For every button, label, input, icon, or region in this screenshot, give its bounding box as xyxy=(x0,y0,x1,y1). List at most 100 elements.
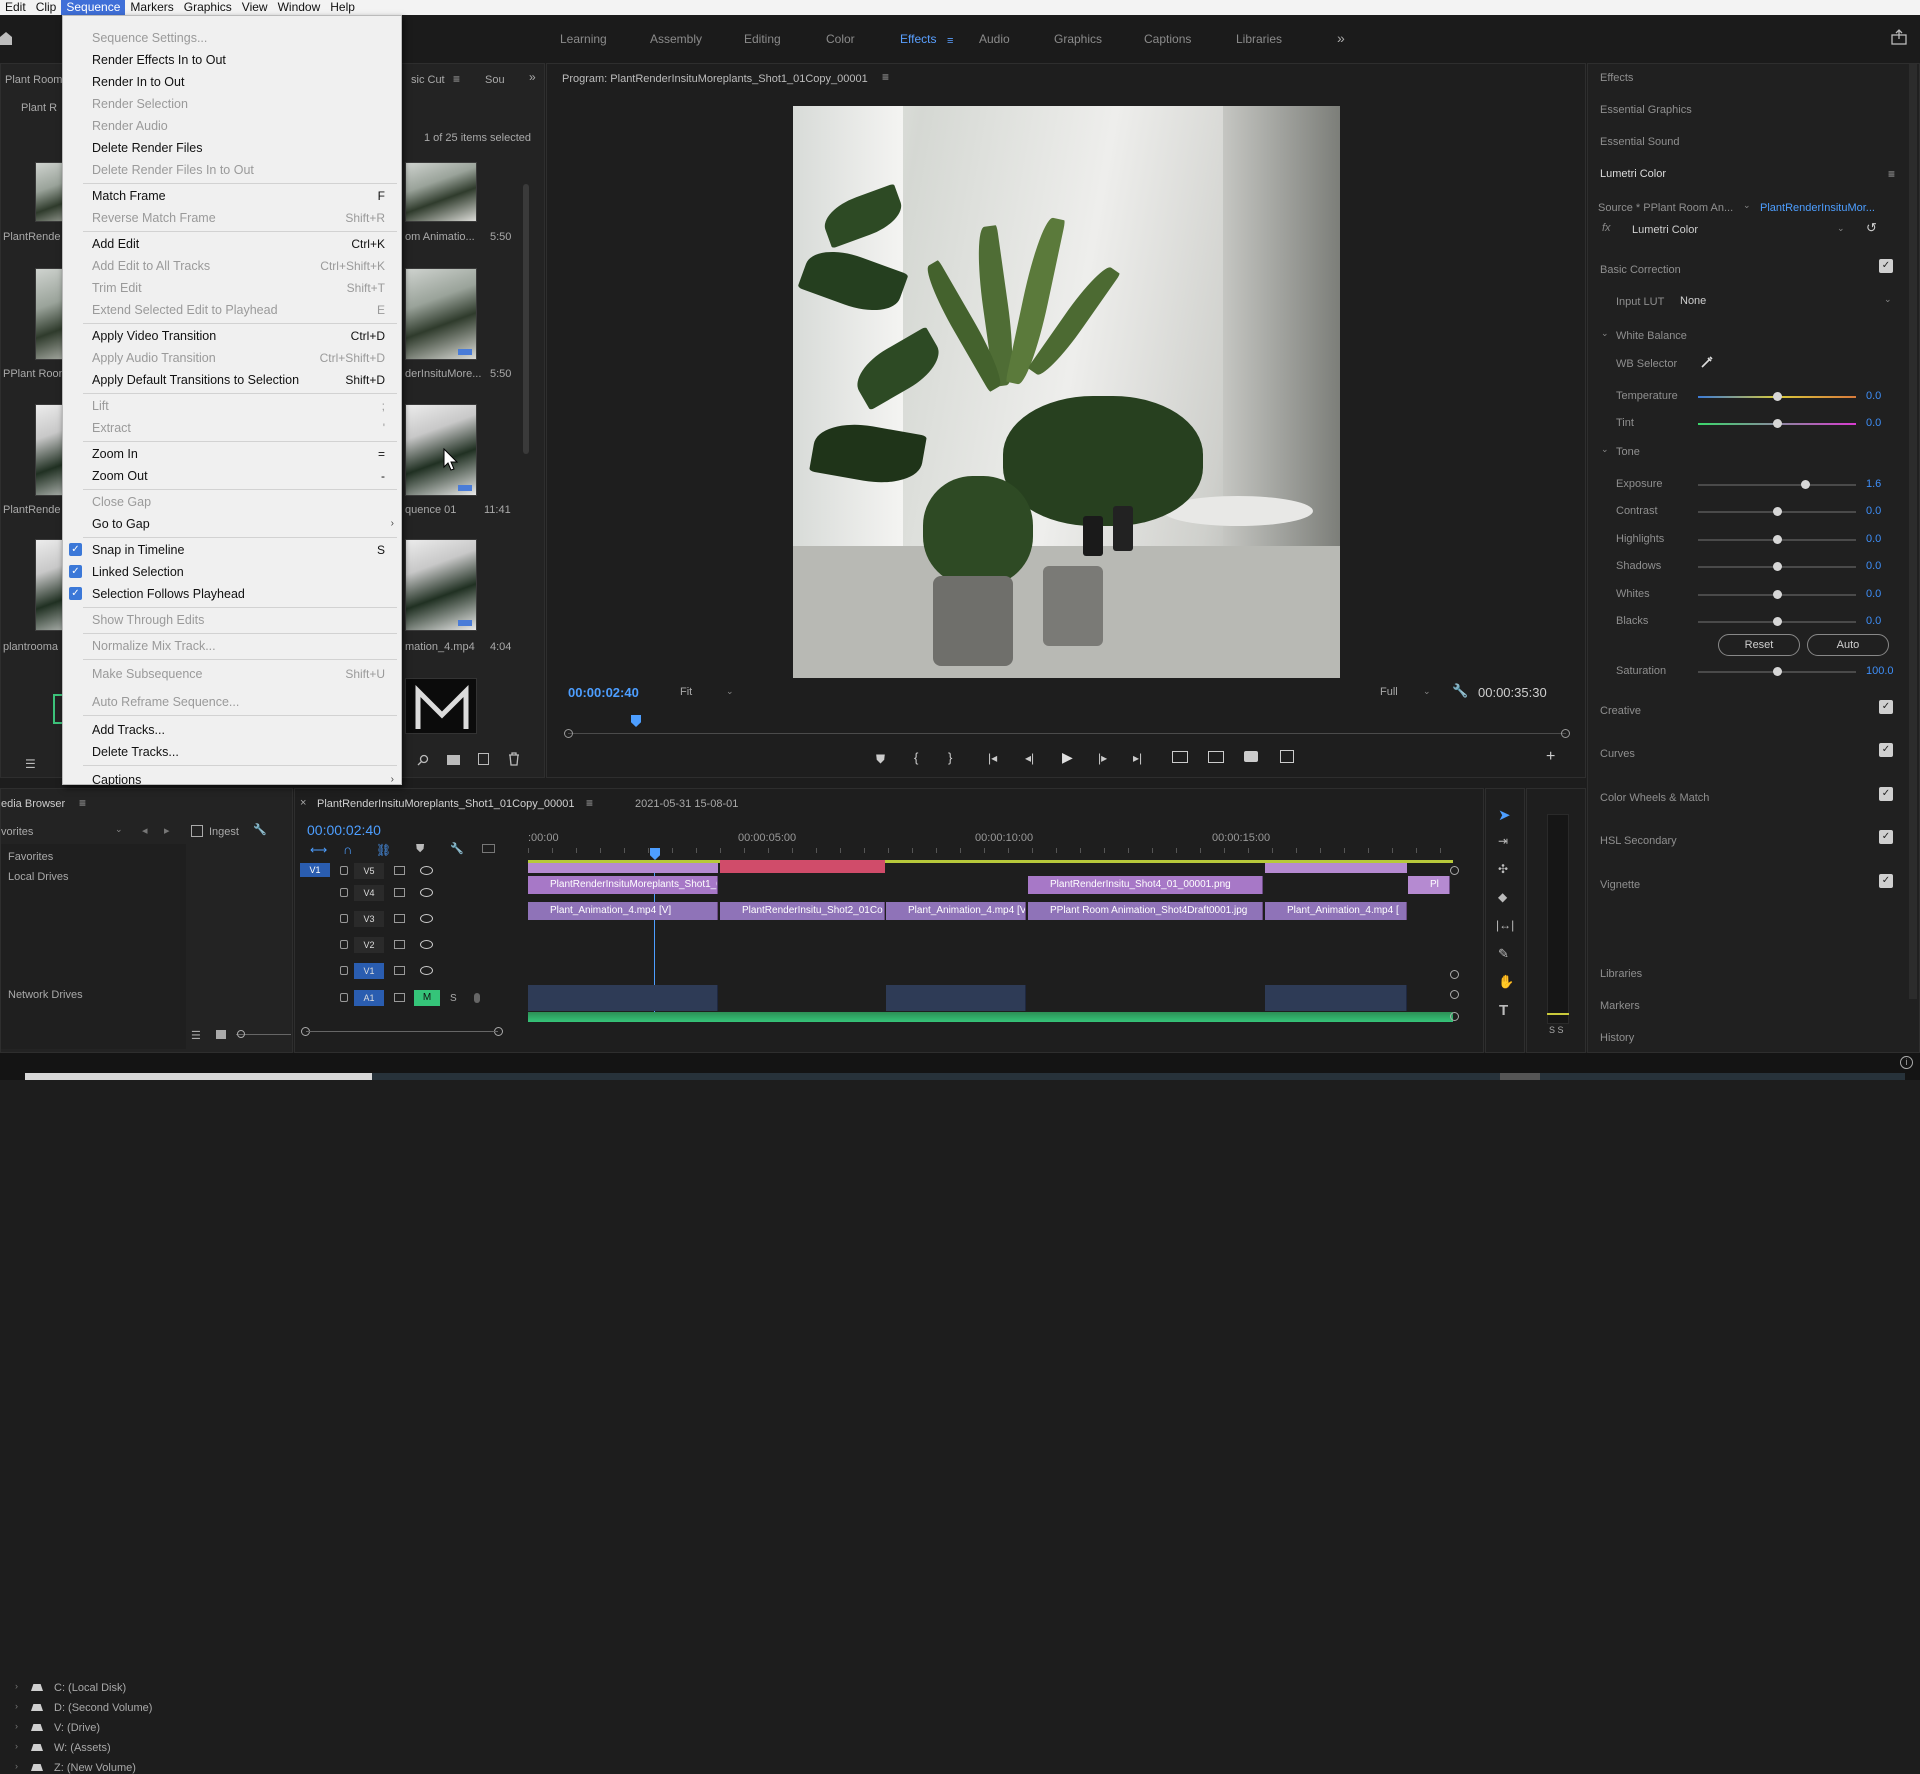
menu-item-delete-tracks[interactable]: Delete Tracks... xyxy=(63,741,401,763)
track-label-v5[interactable]: V5 xyxy=(354,863,384,879)
chevron-down-icon[interactable]: ⌄ xyxy=(1423,686,1431,697)
effects-section[interactable]: Effects xyxy=(1600,72,1633,84)
program-monitor-title[interactable]: Program: PlantRenderInsituMoreplants_Sho… xyxy=(562,73,868,85)
menu-item-render-in-to-out[interactable]: Render In to Out xyxy=(63,71,401,93)
blacks-slider[interactable] xyxy=(1698,617,1856,626)
drive-item[interactable]: Z: (New Volume) xyxy=(54,1762,136,1774)
workspace-menu-icon[interactable]: ≡ xyxy=(947,35,953,47)
zoom-slider-knob[interactable] xyxy=(237,1030,245,1038)
hsl-secondary-checkbox[interactable]: ✓ xyxy=(1879,830,1893,844)
timeline-clip[interactable]: Pl xyxy=(1408,876,1450,894)
source-patch-v1[interactable]: V1 xyxy=(300,863,330,877)
timeline-clip[interactable]: Plant_Animation_4.mp4 [ xyxy=(1265,902,1407,920)
close-tab-icon[interactable]: × xyxy=(300,797,306,809)
timeline-clip[interactable]: Plant_Animation_4.mp4 [V] xyxy=(528,902,718,920)
menu-item-zoom-out[interactable]: Zoom Out - xyxy=(63,465,401,487)
menu-graphics[interactable]: Graphics xyxy=(179,0,237,15)
lift-icon[interactable] xyxy=(1172,751,1188,763)
shadows-slider-knob[interactable] xyxy=(1773,562,1782,571)
tint-slider-knob[interactable] xyxy=(1773,419,1782,428)
mute-button[interactable]: M xyxy=(414,990,440,1006)
temperature-value[interactable]: 0.0 xyxy=(1866,390,1881,402)
color-wheels-match-section[interactable]: Color Wheels & Match xyxy=(1600,792,1709,804)
snap-icon[interactable]: ∩ xyxy=(343,842,352,857)
vertical-zoom-handle[interactable] xyxy=(1450,1012,1459,1021)
chevron-down-icon[interactable]: ⌄ xyxy=(1601,328,1609,339)
new-bin-icon[interactable] xyxy=(447,755,460,765)
panel-menu-icon[interactable]: ≡ xyxy=(453,72,460,86)
zoom-fit-dropdown[interactable]: Fit xyxy=(680,686,692,698)
drive-item[interactable]: V: (Drive) xyxy=(54,1722,100,1734)
menu-item-snap-in-timeline[interactable]: Snap in Timeline S ✓ xyxy=(63,539,401,561)
libraries-panel-tab[interactable]: Libraries xyxy=(1600,968,1642,980)
track-label-a1[interactable]: A1 xyxy=(354,990,384,1006)
vertical-zoom-handle[interactable] xyxy=(1450,990,1459,999)
chevron-right-icon[interactable]: › xyxy=(15,1681,18,1691)
saturation-value[interactable]: 100.0 xyxy=(1866,665,1894,677)
exposure-value[interactable]: 1.6 xyxy=(1866,478,1881,490)
eye-icon[interactable] xyxy=(420,888,433,897)
reset-button[interactable]: Reset xyxy=(1718,634,1800,656)
saturation-slider-knob[interactable] xyxy=(1773,667,1782,676)
menu-markers[interactable]: Markers xyxy=(125,0,178,15)
panel-menu-icon[interactable]: ≡ xyxy=(1888,167,1895,181)
add-marker-icon[interactable]: ⛊ xyxy=(416,843,424,856)
track-label-v2[interactable]: V2 xyxy=(354,937,384,953)
toggle-sync-lock-icon[interactable] xyxy=(394,914,405,923)
white-balance-header[interactable]: White Balance xyxy=(1616,330,1687,342)
workspace-tab-assembly[interactable]: Assembly xyxy=(650,32,702,46)
bin-breadcrumb[interactable]: Plant R xyxy=(21,102,57,114)
workspace-tab-audio[interactable]: Audio xyxy=(979,32,1010,46)
nest-icon[interactable]: ⟷ xyxy=(310,843,327,857)
shadows-value[interactable]: 0.0 xyxy=(1866,560,1881,572)
panel-menu-icon[interactable]: ≡ xyxy=(79,796,86,810)
chevron-right-icon[interactable]: › xyxy=(15,1701,18,1711)
local-drives-heading[interactable]: Local Drives xyxy=(8,871,69,883)
timeline-clip[interactable]: Plant_Animation_4.mp4 [V xyxy=(886,902,1026,920)
workspace-tab-effects[interactable]: Effects xyxy=(900,32,936,46)
menu-edit[interactable]: Edit xyxy=(0,0,31,15)
menu-item-apply-default-transitions-to-selection[interactable]: Apply Default Transitions to Selection Sh… xyxy=(63,369,401,391)
network-drives-heading[interactable]: Network Drives xyxy=(8,989,83,1001)
lock-icon[interactable] xyxy=(340,940,348,949)
saturation-slider[interactable] xyxy=(1698,667,1856,676)
go-to-out-icon[interactable]: ▸| xyxy=(1133,751,1142,765)
sequence-tab-date[interactable]: 2021-05-31 15-08-01 xyxy=(635,798,738,810)
program-scrubber[interactable] xyxy=(568,733,1566,734)
sequence-clip-link[interactable]: PlantRenderInsituMor... xyxy=(1760,202,1875,214)
step-forward-icon[interactable]: |▸ xyxy=(1098,751,1107,765)
menu-sequence[interactable]: Sequence xyxy=(61,0,126,15)
menu-item-captions[interactable]: Captions › xyxy=(63,769,401,791)
clip-thumbnail[interactable] xyxy=(405,404,477,496)
ingest-checkbox[interactable] xyxy=(191,825,203,837)
mark-out-icon[interactable]: } xyxy=(948,750,952,765)
chevron-right-icon[interactable]: › xyxy=(15,1721,18,1731)
menu-item-add-tracks[interactable]: Add Tracks... xyxy=(63,719,401,741)
toggle-sync-lock-icon[interactable] xyxy=(394,888,405,897)
essential-graphics-section[interactable]: Essential Graphics xyxy=(1600,104,1692,116)
slip-tool-icon[interactable]: |↔| xyxy=(1496,918,1514,932)
horizontal-scrollbar[interactable] xyxy=(306,1031,498,1032)
tint-slider[interactable] xyxy=(1698,419,1856,428)
contrast-slider-knob[interactable] xyxy=(1773,507,1782,516)
auto-button[interactable]: Auto xyxy=(1807,634,1889,656)
track-label-v3[interactable]: V3 xyxy=(354,911,384,927)
clip-thumbnail[interactable] xyxy=(405,162,477,222)
highlights-slider[interactable] xyxy=(1698,535,1856,544)
hand-tool-icon[interactable]: ✋ xyxy=(1498,974,1514,990)
menu-window[interactable]: Window xyxy=(273,0,326,15)
highlights-slider-knob[interactable] xyxy=(1773,535,1782,544)
v5-clip-strip[interactable] xyxy=(720,863,885,873)
reset-effect-icon[interactable]: ↺ xyxy=(1866,220,1877,236)
panel-menu-icon[interactable]: ≡ xyxy=(882,70,889,84)
chevron-down-icon[interactable]: ⌄ xyxy=(1601,444,1609,455)
menu-item-match-frame[interactable]: Match Frame F xyxy=(63,185,401,207)
history-panel-tab[interactable]: History xyxy=(1600,1032,1634,1044)
vignette-checkbox[interactable]: ✓ xyxy=(1879,874,1893,888)
vertical-zoom-handle[interactable] xyxy=(1450,866,1459,875)
drive-item[interactable]: W: (Assets) xyxy=(54,1742,111,1754)
lumetri-effect-dropdown[interactable]: Lumetri Color xyxy=(1632,224,1698,236)
favorites-heading[interactable]: Favorites xyxy=(8,851,53,863)
timeline-current-time[interactable]: 00:00:02:40 xyxy=(307,822,381,838)
workspace-tab-libraries[interactable]: Libraries xyxy=(1236,32,1282,46)
